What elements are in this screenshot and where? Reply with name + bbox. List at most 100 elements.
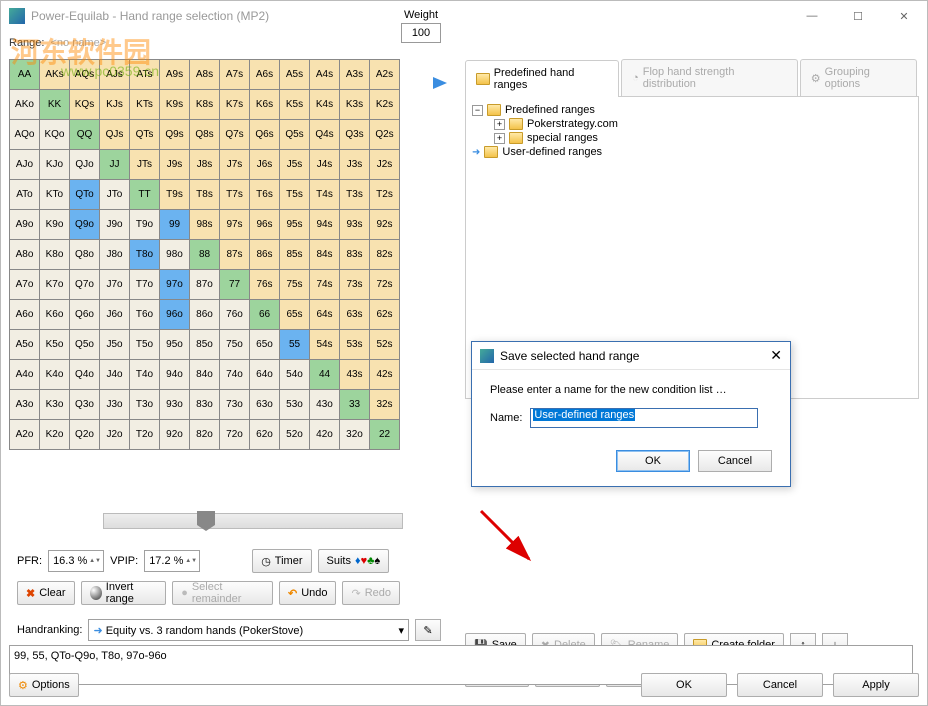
hand-cell[interactable]: A2o [10,420,40,450]
hand-cell[interactable]: J4o [100,360,130,390]
hand-cell[interactable]: T7s [220,180,250,210]
hand-cell[interactable]: A7o [10,270,40,300]
hand-cell[interactable]: 53o [280,390,310,420]
suits-button[interactable]: Suits♦♥♣♠ [318,549,390,573]
redo-button[interactable]: ↷Redo [342,581,400,605]
hand-cell[interactable]: 63o [250,390,280,420]
hand-cell[interactable]: J9s [160,150,190,180]
hand-cell[interactable]: T4s [310,180,340,210]
hand-cell[interactable]: Q2s [370,120,400,150]
hand-cell[interactable]: 73s [340,270,370,300]
hand-cell[interactable]: J3s [340,150,370,180]
hand-cell[interactable]: A5o [10,330,40,360]
hand-cell[interactable]: KJs [100,90,130,120]
select-remainder-button[interactable]: ●Select remainder [172,581,273,605]
hand-cell[interactable]: 62o [250,420,280,450]
hand-cell[interactable]: J4s [310,150,340,180]
hand-cell[interactable]: Q7s [220,120,250,150]
hand-cell[interactable]: J9o [100,210,130,240]
close-button[interactable]: ✕ [881,1,927,31]
hand-cell[interactable]: K9s [160,90,190,120]
hand-cell[interactable]: 54s [310,330,340,360]
hand-cell[interactable]: ATo [10,180,40,210]
hand-cell[interactable]: 52o [280,420,310,450]
hand-cell[interactable]: 98o [160,240,190,270]
invert-button[interactable]: Invert range [81,581,167,605]
hand-cell[interactable]: 95s [280,210,310,240]
hand-cell[interactable]: A6o [10,300,40,330]
hand-cell[interactable]: 97o [160,270,190,300]
hand-cell[interactable]: K7s [220,90,250,120]
hand-cell[interactable]: 76o [220,300,250,330]
expand-icon[interactable]: + [494,133,505,144]
hand-cell[interactable]: 75o [220,330,250,360]
hand-cell[interactable]: Q4o [70,360,100,390]
hand-cell[interactable]: J5o [100,330,130,360]
hand-cell[interactable]: A6s [250,60,280,90]
name-input[interactable]: User-defined ranges [530,408,758,428]
hand-cell[interactable]: 65o [250,330,280,360]
hand-cell[interactable]: 64o [250,360,280,390]
hand-cell[interactable]: K4s [310,90,340,120]
ok-button[interactable]: OK [641,673,727,697]
hand-cell[interactable]: 73o [220,390,250,420]
hand-cell[interactable]: K7o [40,270,70,300]
timer-button[interactable]: ◷Timer [252,549,311,573]
hand-cell[interactable]: 94o [160,360,190,390]
hand-cell[interactable]: KQo [40,120,70,150]
hand-cell[interactable]: 52s [370,330,400,360]
hand-cell[interactable]: 62s [370,300,400,330]
hand-cell[interactable]: A2s [370,60,400,90]
hand-cell[interactable]: A3s [340,60,370,90]
hand-cell[interactable]: K3o [40,390,70,420]
hand-cell[interactable]: AQs [70,60,100,90]
hand-cell[interactable]: A8s [190,60,220,90]
hand-cell[interactable]: K9o [40,210,70,240]
hand-cell[interactable]: T3o [130,390,160,420]
hand-cell[interactable]: 84s [310,240,340,270]
tab-predefined[interactable]: Predefined hand ranges [465,60,619,97]
hand-cell[interactable]: J5s [280,150,310,180]
apply-button[interactable]: Apply [833,673,919,697]
hand-cell[interactable]: ATs [130,60,160,90]
hand-cell[interactable]: K6s [250,90,280,120]
hand-cell[interactable]: AA [10,60,40,90]
tab-flop-strength[interactable]: ◔Flop hand strength distribution [621,59,798,96]
hand-cell[interactable]: Q3o [70,390,100,420]
hand-cell[interactable]: K2s [370,90,400,120]
hand-cell[interactable]: 65s [280,300,310,330]
hand-cell[interactable]: A9s [160,60,190,90]
hand-cell[interactable]: KK [40,90,70,120]
hand-cell[interactable]: J8o [100,240,130,270]
hand-cell[interactable]: T7o [130,270,160,300]
hand-cell[interactable]: 99 [160,210,190,240]
hand-cell[interactable]: 66 [250,300,280,330]
hand-cell[interactable]: AKs [40,60,70,90]
minimize-button[interactable]: — [789,1,835,31]
hand-cell[interactable]: Q2o [70,420,100,450]
hand-cell[interactable]: 97s [220,210,250,240]
hand-cell[interactable]: 87s [220,240,250,270]
edit-ranking-button[interactable]: ✎ [415,619,441,641]
hand-cell[interactable]: 83o [190,390,220,420]
hand-cell[interactable]: A4s [310,60,340,90]
hand-cell[interactable]: 72s [370,270,400,300]
hand-cell[interactable]: 44 [310,360,340,390]
hand-cell[interactable]: T2o [130,420,160,450]
hand-cell[interactable]: K5o [40,330,70,360]
hand-cell[interactable]: 33 [340,390,370,420]
weight-arrow-icon[interactable] [433,77,447,89]
hand-cell[interactable]: T6o [130,300,160,330]
hand-cell[interactable]: 84o [190,360,220,390]
hand-cell[interactable]: 85o [190,330,220,360]
hand-cell[interactable]: KTs [130,90,160,120]
hand-cell[interactable]: 43s [340,360,370,390]
hand-cell[interactable]: 86o [190,300,220,330]
hand-cell[interactable]: 42s [370,360,400,390]
hand-cell[interactable]: J2s [370,150,400,180]
expand-icon[interactable]: + [494,119,505,130]
hand-cell[interactable]: JJ [100,150,130,180]
hand-cell[interactable]: 87o [190,270,220,300]
handranking-select[interactable]: ➜ Equity vs. 3 random hands (PokerStove)… [88,619,409,641]
dialog-ok-button[interactable]: OK [616,450,690,472]
